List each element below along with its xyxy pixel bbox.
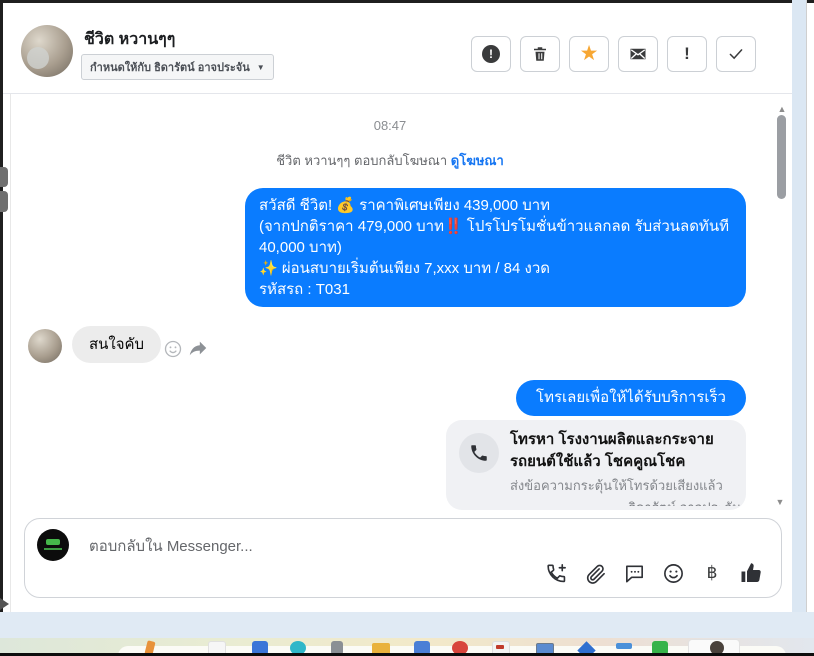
attach-button[interactable] (583, 561, 607, 585)
chat-left-divider (10, 94, 11, 612)
attach-icon (586, 564, 605, 584)
greeting-line: สวัสดี ชีวิต! 💰 ราคาพิเศษเพียง 439,000 บ… (259, 197, 551, 214)
assign-label: กำหนดให้กับ ธิดารัตน์ อาจประจัน (90, 62, 250, 74)
saved-replies-button[interactable] (622, 561, 646, 585)
smiley-outline-icon (164, 340, 182, 358)
ad-context-text: ชีวิต หวานๆๆ ตอบกลับโฆษณา (276, 153, 451, 168)
reply-composer: ฿ (24, 518, 782, 598)
window-border-left (0, 0, 3, 612)
done-icon (729, 49, 743, 60)
messenger-chat-window: ชีวิต หวานๆๆ กำหนดให้กับ ธิดารัตน์ อาจปร… (0, 0, 814, 656)
like-button[interactable] (739, 561, 763, 585)
call-card-title-line1: โทรหา โรงงานผลิตและกระจาย (510, 431, 714, 448)
mark-unread-button[interactable] (618, 36, 658, 72)
incoming-message-bubble: สนใจคับ (72, 326, 162, 363)
mark-unread-icon (630, 48, 646, 60)
add-call-button[interactable] (544, 561, 568, 585)
contact-avatar[interactable] (21, 25, 73, 77)
background-artifact-arrow (0, 598, 9, 610)
chat-header: ชีวิต หวานๆๆ กำหนดให้กับ ธิดารัตน์ อาจปร… (3, 3, 792, 94)
emoji-button[interactable] (661, 561, 685, 585)
greeting-line: ✨ ผ่อนสบายเริ่มต้นเพียง 7,xxx บาท / 84 ง… (259, 260, 550, 277)
outgoing-cta-bubble: โทรเลยเพื่อให้ได้รับบริการเร็วขึ้น (516, 380, 746, 442)
delete-button[interactable] (520, 36, 560, 72)
chevron-down-icon (257, 61, 265, 73)
window-border-top (0, 0, 814, 3)
dock-icon-menu-dots[interactable] (616, 643, 632, 649)
payment-button[interactable]: ฿ (700, 561, 724, 585)
header-toolbar (471, 36, 756, 72)
important-button[interactable] (667, 36, 707, 72)
delete-icon (534, 47, 546, 61)
background-window-strip (792, 0, 806, 612)
star-button[interactable] (569, 36, 609, 72)
react-emoji-button[interactable] (163, 339, 183, 359)
message-timestamp: 08:47 (373, 118, 407, 133)
report-icon (482, 45, 500, 63)
ad-context-line: ชีวิต หวานๆๆ ตอบกลับโฆษณา ดูโฆษณา (11, 150, 769, 171)
reply-button[interactable] (187, 337, 209, 359)
phone-icon (471, 445, 487, 461)
call-card-status: ส่งข้อความกระตุ้นให้โทรด้วยเสียงแล้ว (510, 478, 723, 493)
greeting-line: รหัสรถ : T031 (259, 281, 350, 298)
scrollbar-down-arrow[interactable] (773, 492, 787, 504)
contact-name[interactable]: ชีวิต หวานๆๆ (84, 27, 175, 52)
greeting-line: (จากปกติราคา 479,000 บาท‼️ โปรโปรโมชั่นข… (259, 218, 729, 235)
assign-dropdown[interactable]: กำหนดให้กับ ธิดารัตน์ อาจประจัน (81, 54, 274, 80)
view-ad-link[interactable]: ดูโฆษณา (451, 153, 504, 168)
add-call-icon (546, 563, 566, 582)
reply-arrow-icon (189, 341, 207, 356)
background-artifact (0, 167, 8, 187)
done-button[interactable] (716, 36, 756, 72)
reply-input[interactable] (87, 533, 471, 559)
star-icon (580, 43, 599, 65)
call-card-title-line2: รถยนต์ใช้แล้ว โชคคูณโชค (510, 453, 686, 470)
background-window-edge (806, 0, 807, 612)
phone-icon-circle (459, 433, 499, 473)
assignee-label-clipped: ธิดารัตน์ อาจประจัน (628, 497, 763, 506)
page-avatar (37, 529, 69, 561)
call-card-title: โทรหา โรงงานผลิตและกระจาย รถยนต์ใช้แล้ว … (510, 429, 738, 473)
customer-avatar[interactable] (28, 329, 62, 363)
scrollbar-thumb[interactable] (777, 115, 786, 199)
background-artifact (0, 191, 8, 212)
saved-replies-icon (625, 564, 643, 582)
like-icon (741, 563, 761, 583)
report-button[interactable] (471, 36, 511, 72)
greeting-line: 40,000 บาท) (259, 239, 342, 256)
emoji-icon (663, 563, 683, 583)
composer-icon-row: ฿ (544, 561, 763, 585)
background-band (0, 612, 814, 638)
outgoing-greeting-bubble: สวัสดี ชีวิต! 💰 ราคาพิเศษเพียง 439,000 บ… (245, 188, 746, 307)
dock-icon-media-dots (496, 645, 504, 649)
payment-icon: ฿ (706, 563, 718, 582)
scrollbar-up-arrow[interactable] (775, 99, 789, 111)
important-icon (684, 44, 690, 64)
